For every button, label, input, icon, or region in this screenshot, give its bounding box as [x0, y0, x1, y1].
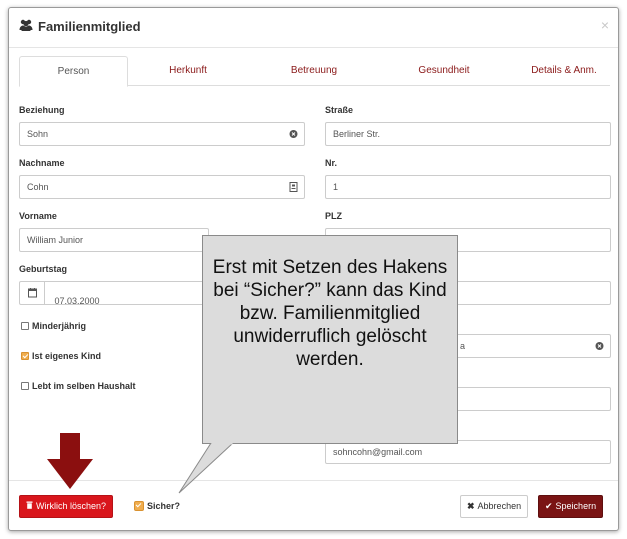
users-icon [19, 19, 33, 34]
tab-gesundheit[interactable]: Gesundheit [394, 56, 494, 86]
geburtstag-value: 07.03.2000 [54, 296, 100, 306]
callout-bubble: Erst mit Setzen des Hakens bei “Sicher?”… [202, 235, 458, 444]
email-value: sohncohn@gmail.com [333, 447, 423, 457]
down-arrow-annotation [47, 433, 93, 489]
footer-divider [9, 480, 618, 481]
vorname-label: Vorname [19, 211, 57, 221]
modal-title: Familienmitglied [19, 19, 141, 34]
sicher-checkbox-row[interactable]: Sicher? [134, 501, 180, 511]
delete-button[interactable]: Wirklich löschen? [19, 495, 114, 518]
callout-text: Erst mit Setzen des Hakens bei “Sicher?”… [212, 257, 448, 370]
clear-icon[interactable] [289, 123, 298, 154]
eigenes-kind-checkbox[interactable] [21, 352, 29, 360]
haushalt-label: Lebt im selben Haushalt [32, 381, 136, 391]
delete-button-label: Wirklich löschen? [36, 501, 107, 511]
times-icon: ✖ [467, 501, 475, 511]
beziehung-select[interactable]: Sohn [19, 122, 305, 146]
trash-icon [26, 496, 33, 517]
id-card-icon [289, 176, 298, 207]
save-button-label: Speichern [555, 501, 597, 511]
nachname-value: Cohn [27, 182, 49, 192]
land-value: a [460, 341, 466, 351]
tab-person[interactable]: Person [19, 56, 128, 87]
modal-title-text: Familienmitglied [38, 19, 141, 34]
nachname-label: Nachname [19, 158, 65, 168]
minderjaehrig-checkbox[interactable] [21, 322, 29, 330]
geburtstag-input[interactable]: 07.03.2000 [19, 281, 209, 306]
vorname-value: William Junior [27, 235, 84, 245]
sicher-checkbox[interactable] [134, 501, 144, 511]
calendar-icon[interactable] [20, 282, 45, 304]
eigenes-kind-checkbox-row[interactable]: Ist eigenes Kind [21, 351, 101, 361]
tab-herkunft[interactable]: Herkunft [138, 56, 238, 86]
modal-header: Familienmitglied × [9, 8, 618, 48]
clear-icon[interactable] [595, 335, 604, 366]
eigenes-kind-label: Ist eigenes Kind [32, 351, 102, 361]
nachname-input[interactable]: Cohn [19, 175, 305, 199]
close-icon[interactable]: × [601, 17, 609, 33]
sicher-label: Sicher? [147, 501, 181, 511]
nr-input[interactable]: 1 [325, 175, 611, 199]
strasse-label: Straße [325, 105, 354, 115]
tab-betreuung[interactable]: Betreuung [264, 56, 364, 86]
nr-value: 1 [333, 182, 339, 192]
strasse-value: Berliner Str. [333, 129, 381, 139]
tab-bar: Person Herkunft Betreuung Gesundheit Det… [19, 56, 610, 87]
cancel-button-label: Abbrechen [477, 501, 522, 511]
beziehung-value: Sohn [27, 129, 49, 139]
callout-tail [178, 443, 234, 494]
haushalt-checkbox[interactable] [21, 382, 29, 390]
cancel-button[interactable]: ✖ Abbrechen [460, 495, 529, 518]
strasse-input[interactable]: Berliner Str. [325, 122, 611, 146]
beziehung-label: Beziehung [19, 105, 65, 115]
haushalt-checkbox-row[interactable]: Lebt im selben Haushalt [21, 381, 136, 391]
minderjaehrig-checkbox-row[interactable]: Minderjährig [21, 321, 86, 331]
geburtstag-label: Geburtstag [19, 264, 68, 274]
check-icon: ✔ [545, 501, 553, 511]
vorname-input[interactable]: William Junior [19, 228, 209, 252]
minderjaehrig-label: Minderjährig [32, 321, 87, 331]
nr-label: Nr. [325, 158, 338, 168]
save-button[interactable]: ✔ Speichern [538, 495, 604, 518]
plz-label: PLZ [325, 211, 342, 221]
tab-details[interactable]: Details & Anm. [514, 56, 614, 86]
